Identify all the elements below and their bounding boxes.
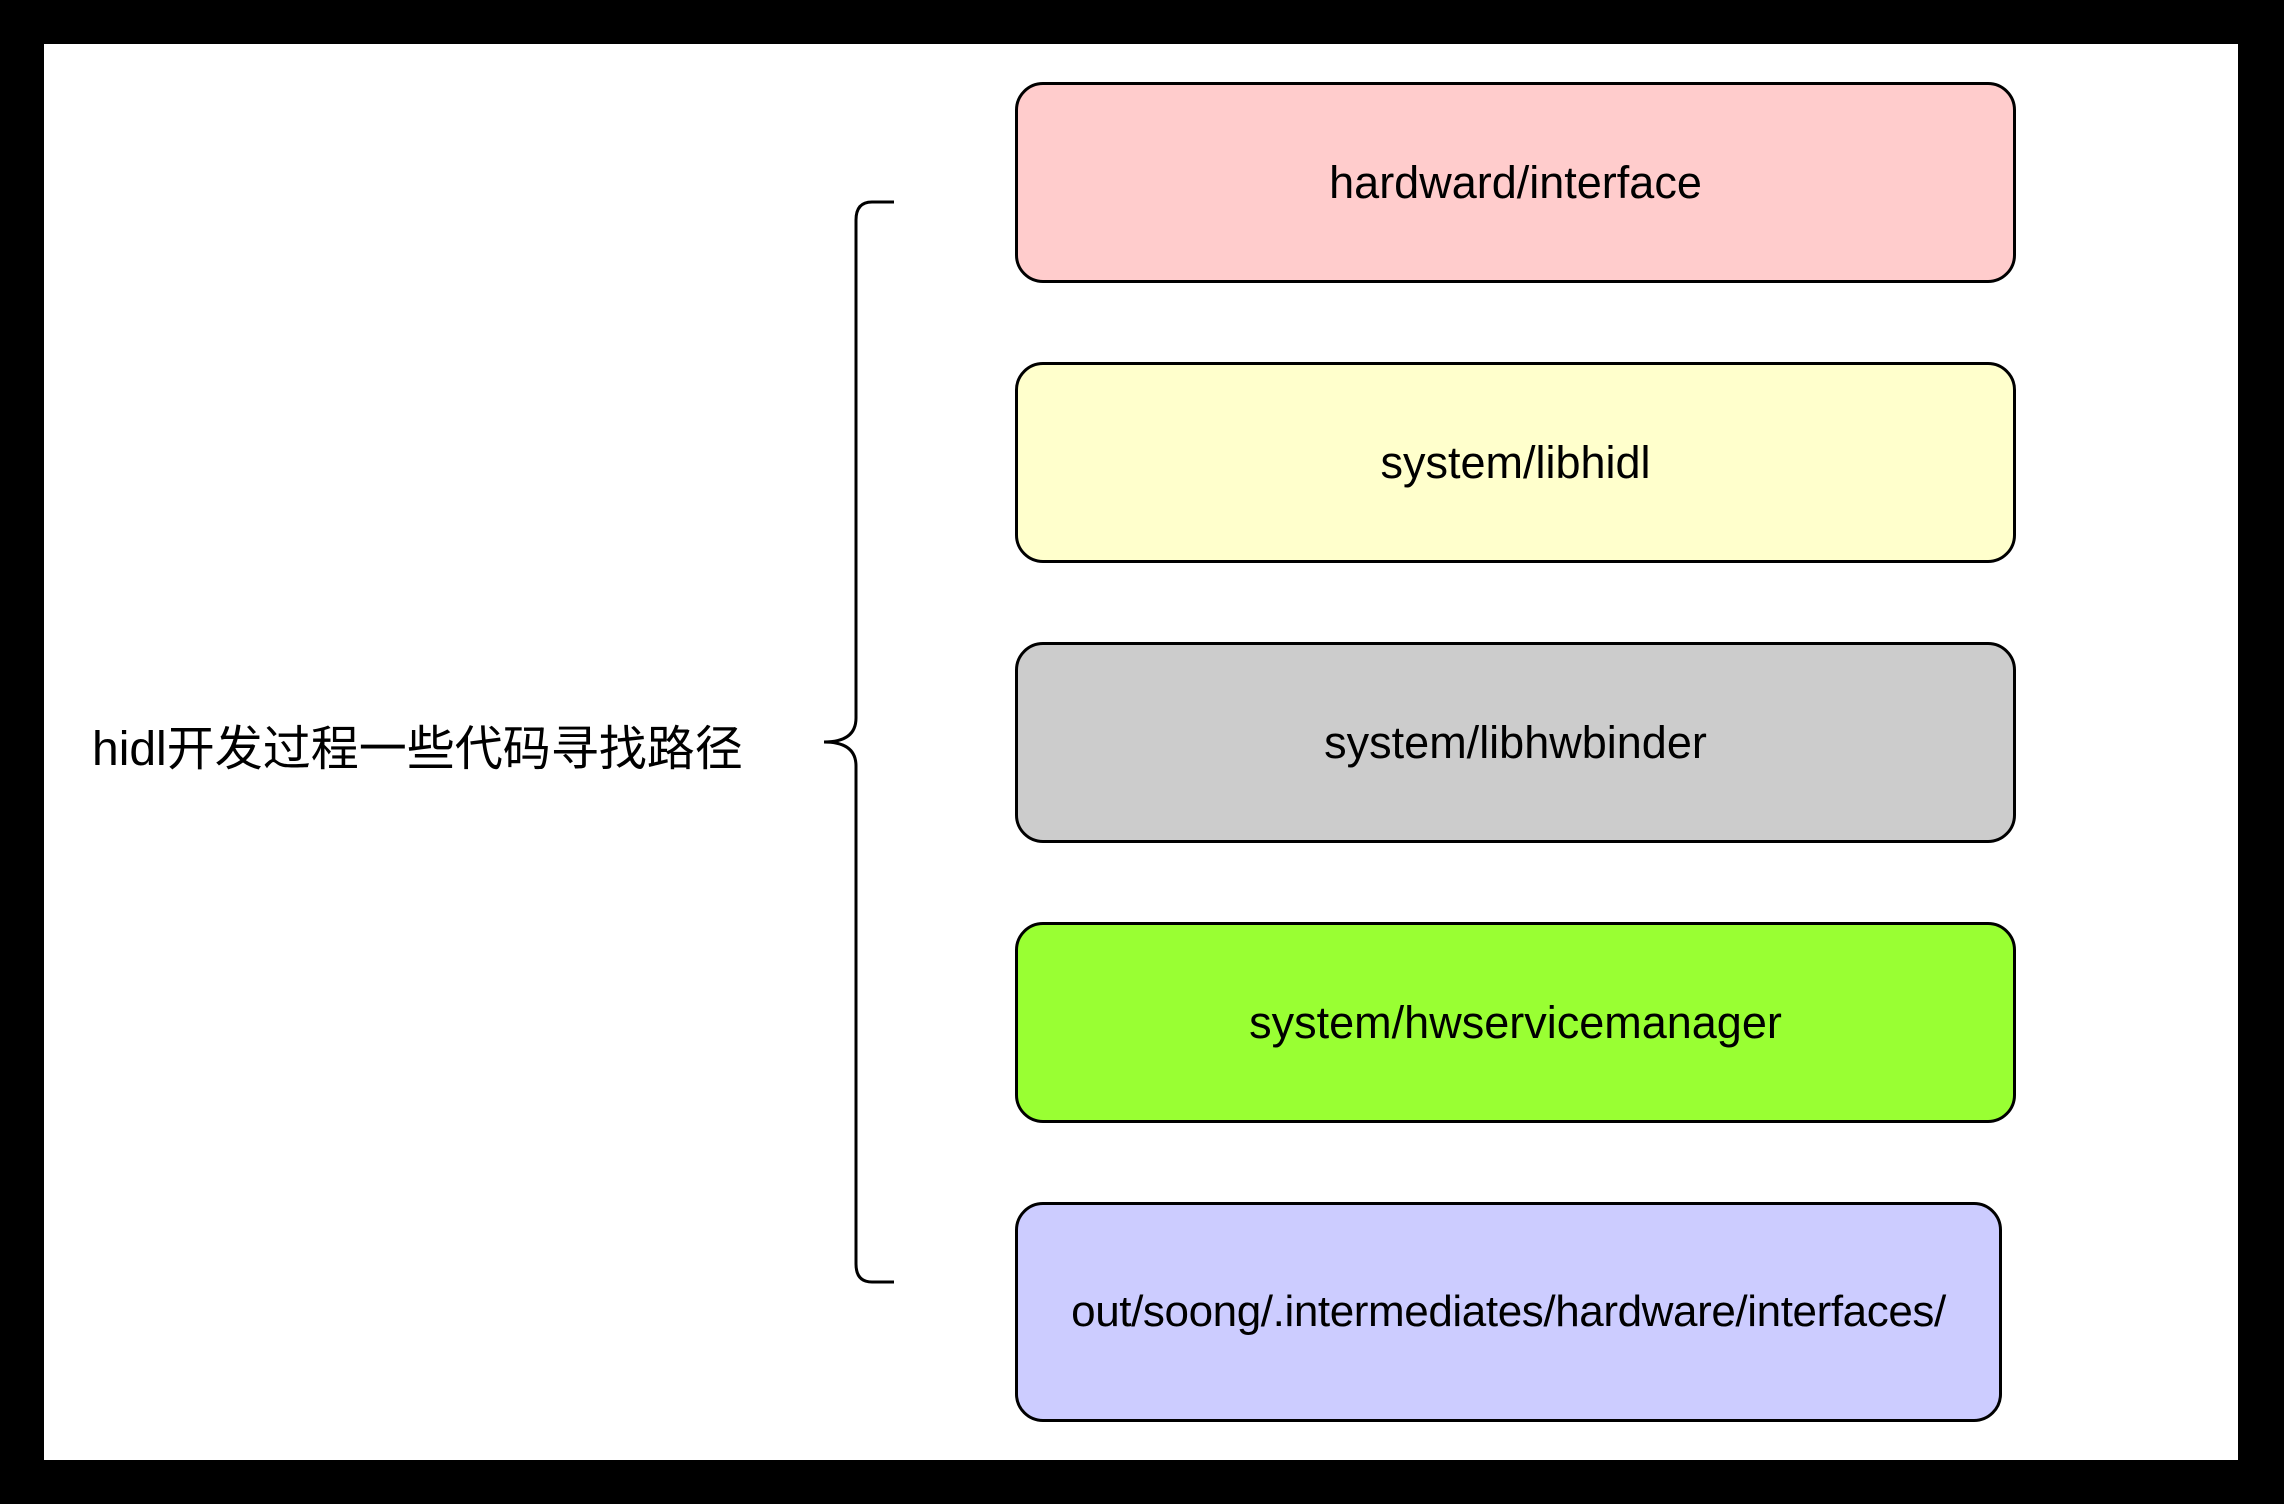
node-system-hwservicemanager: system/hwservicemanager: [1015, 922, 2016, 1123]
root-label: hidl开发过程一些代码寻找路径: [92, 723, 743, 776]
node-hardward-interface: hardward/interface: [1015, 82, 2016, 283]
node-system-libhidl: system/libhidl: [1015, 362, 2016, 563]
diagram-canvas: hidl开发过程一些代码寻找路径 hardward/interface syst…: [44, 44, 2238, 1460]
node-out-soong-intermediates: out/soong/.intermediates/hardware/interf…: [1015, 1202, 2002, 1422]
node-system-libhwbinder: system/libhwbinder: [1015, 642, 2016, 843]
